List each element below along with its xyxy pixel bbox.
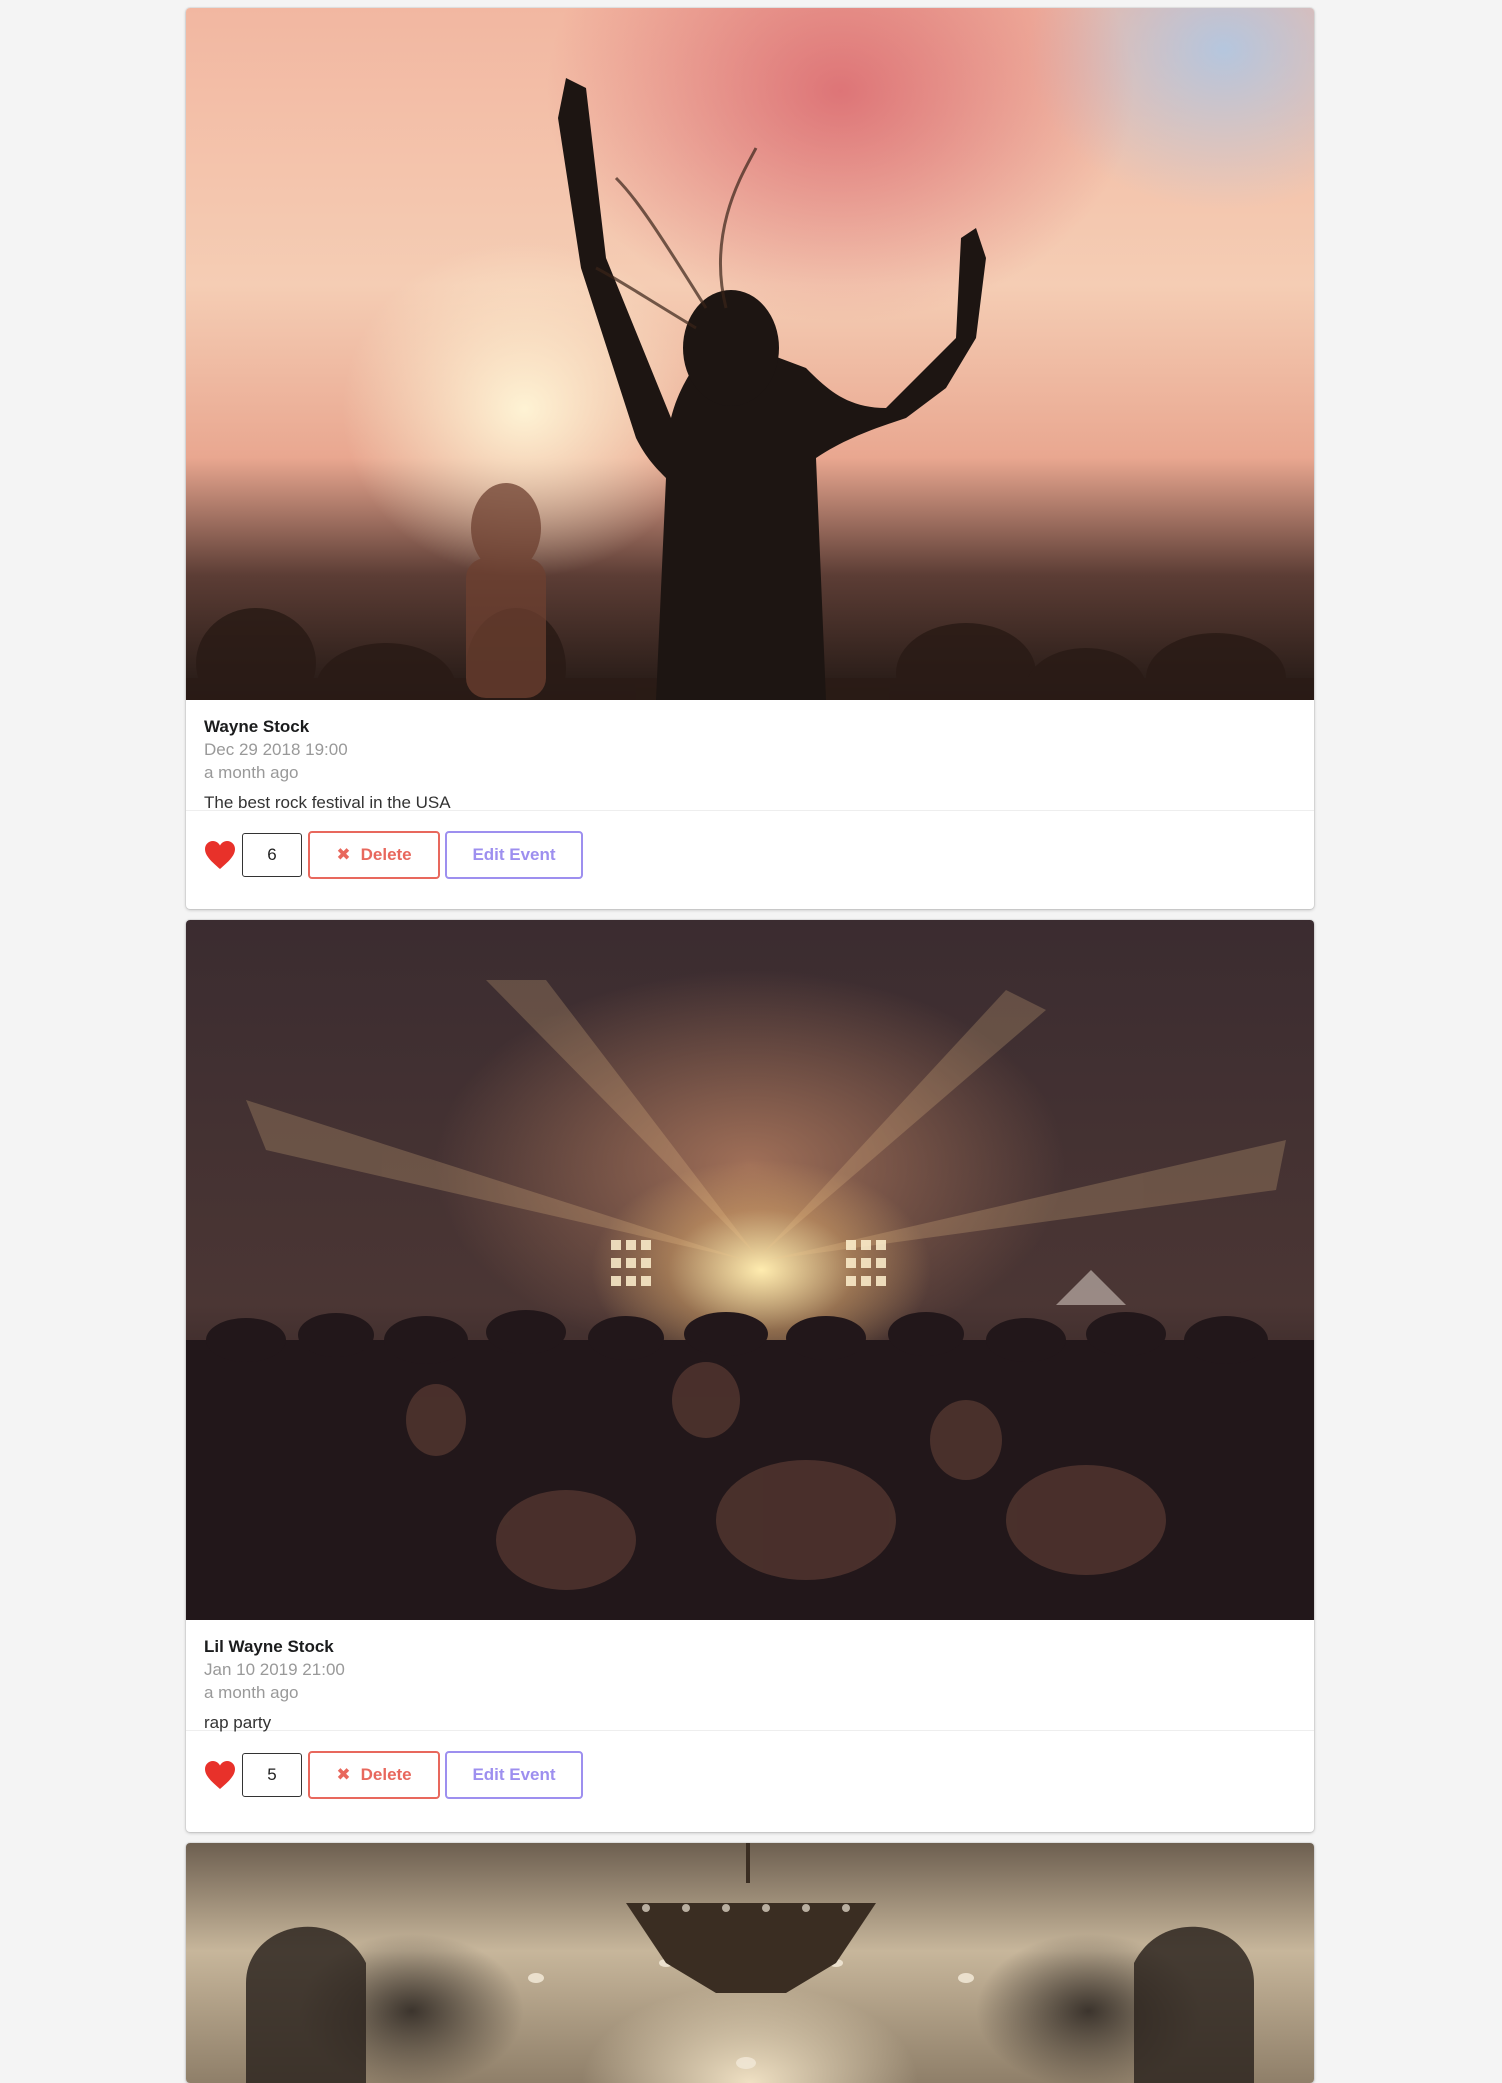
event-actions: 5 ✖ Delete Edit Event [186, 1731, 1314, 1819]
event-relative-time: a month ago [204, 763, 299, 782]
event-details: Wayne Stock Dec 29 2018 19:00 a month ag… [186, 700, 1314, 812]
event-date: Dec 29 2018 19:00 [204, 740, 348, 759]
delete-button[interactable]: ✖ Delete [308, 1751, 440, 1799]
event-details: Lil Wayne Stock Jan 10 2019 21:00 a mont… [186, 1620, 1314, 1732]
like-count: 6 [242, 833, 302, 877]
event-image [186, 1843, 1314, 2083]
event-date: Jan 10 2019 21:00 [204, 1660, 345, 1679]
event-card: Wayne Stock Dec 29 2018 19:00 a month ag… [186, 8, 1314, 909]
delete-button-label: Delete [360, 1765, 412, 1784]
event-image [186, 920, 1314, 1620]
event-card [186, 1843, 1314, 2083]
event-image-art [186, 980, 1314, 1620]
event-card: Lil Wayne Stock Jan 10 2019 21:00 a mont… [186, 920, 1314, 1832]
heart-icon[interactable] [204, 1760, 236, 1790]
event-image [186, 8, 1314, 700]
delete-button-label: Delete [360, 845, 412, 864]
heart-icon[interactable] [204, 840, 236, 870]
event-image-art [186, 78, 1314, 700]
event-image-art [246, 1843, 1254, 2083]
edit-event-button-label: Edit Event [472, 845, 556, 864]
event-title: Wayne Stock [204, 717, 310, 736]
edit-event-button-label: Edit Event [472, 1765, 556, 1784]
event-title: Lil Wayne Stock [204, 1637, 334, 1656]
x-icon: ✖ [336, 845, 351, 864]
edit-event-button[interactable]: Edit Event [445, 831, 583, 879]
x-icon: ✖ [336, 1765, 351, 1784]
delete-button[interactable]: ✖ Delete [308, 831, 440, 879]
like-count: 5 [242, 1753, 302, 1797]
event-actions: 6 ✖ Delete Edit Event [186, 811, 1314, 899]
edit-event-button[interactable]: Edit Event [445, 1751, 583, 1799]
event-feed: Wayne Stock Dec 29 2018 19:00 a month ag… [0, 0, 1502, 2083]
event-relative-time: a month ago [204, 1683, 299, 1702]
